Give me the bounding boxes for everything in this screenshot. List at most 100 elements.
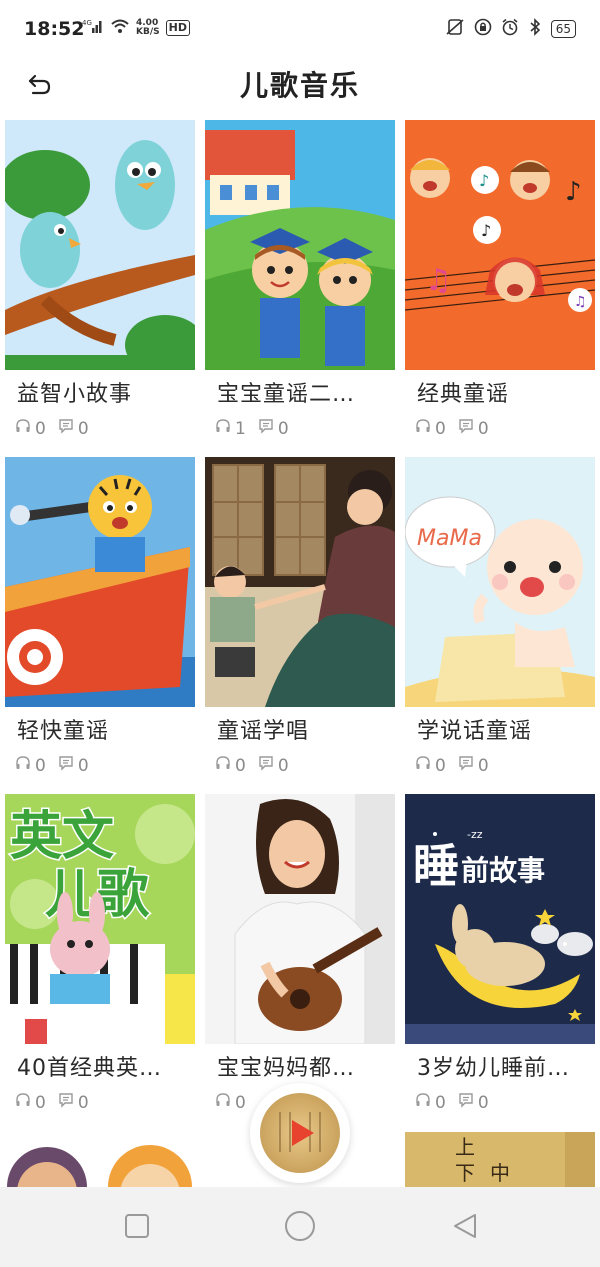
- album-cover-tiger-boat: [5, 457, 195, 707]
- triangle-back-icon: [451, 1212, 479, 1244]
- svg-text:♪: ♪: [479, 171, 489, 190]
- comments-count: 0: [477, 418, 489, 439]
- baby-speech-text: MaMa: [417, 526, 482, 551]
- comments-stat: 0: [58, 1092, 89, 1113]
- album-card[interactable]: 英文 儿歌 40首经典英… 0: [5, 794, 195, 1124]
- album-card[interactable]: 宝宝童谣二… 1 0: [205, 120, 395, 450]
- comment-icon: [58, 1092, 74, 1113]
- album-card[interactable]: 睡 前故事 -zz 3岁幼儿睡前… 0 0: [405, 794, 595, 1124]
- album-card[interactable]: 童谣学唱 0 0: [205, 457, 395, 787]
- plays-count: 0: [35, 1092, 46, 1113]
- album-stats: 1 0: [215, 418, 295, 439]
- album-cover-graduation: [205, 120, 395, 370]
- plays-stat: 0: [415, 755, 446, 776]
- bluetooth-icon: [528, 18, 542, 40]
- plays-count: 0: [235, 755, 246, 776]
- comments-count: 0: [277, 418, 289, 439]
- comments-stat: 0: [458, 1092, 489, 1113]
- comments-count: 0: [77, 418, 89, 439]
- comment-icon: [458, 1092, 474, 1113]
- headphones-icon: [215, 1092, 231, 1113]
- album-cover-birds: [5, 120, 195, 370]
- bedtime-title-rest: 前故事: [461, 854, 545, 887]
- album-card[interactable]: 益智小故事 0 0: [5, 120, 195, 450]
- album-cover-bedtime: 睡 前故事 -zz: [405, 794, 595, 1044]
- headphones-icon: [215, 418, 231, 439]
- album-title: 童谣学唱: [217, 719, 310, 744]
- page-title: 儿歌音乐: [239, 69, 360, 102]
- headphones-icon: [415, 1092, 431, 1113]
- headphones-icon: [15, 1092, 31, 1113]
- album-cover-singing-kids: ♪ ♪ ♫ ♪ ♫: [405, 120, 595, 370]
- classic-char-3: 中: [490, 1161, 510, 1185]
- plays-stat: 0: [15, 755, 46, 776]
- comments-count: 0: [277, 755, 289, 776]
- headphones-icon: [215, 755, 231, 776]
- comments-count: 0: [477, 755, 489, 776]
- page-header: 儿歌音乐: [0, 60, 600, 110]
- headphones-icon: [415, 755, 431, 776]
- plays-count: 0: [235, 1092, 246, 1113]
- album-card[interactable]: 宝宝妈妈都… 0: [205, 794, 395, 1124]
- system-nav-bar: [0, 1187, 600, 1267]
- album-cover-partial-kids[interactable]: [5, 1132, 195, 1187]
- album-stats: 0 0: [415, 418, 495, 439]
- comments-count: 0: [77, 755, 89, 776]
- status-left-icons: 4G 4.00 KB/S HD: [82, 18, 190, 37]
- mute-icon: [445, 18, 465, 40]
- battery-icon: 65: [550, 20, 576, 38]
- recent-apps-button[interactable]: [120, 1211, 154, 1245]
- album-card[interactable]: MaMa 学说话童谣 0 0: [405, 457, 595, 787]
- album-stats: 0 0: [215, 755, 295, 776]
- speed-unit: KB/S: [136, 26, 160, 37]
- svg-text:♪: ♪: [565, 177, 582, 207]
- comments-stat: 0: [58, 755, 89, 776]
- hd-icon: HD: [165, 19, 190, 36]
- circle-icon: [284, 1210, 316, 1246]
- plays-stat: 0: [215, 1092, 246, 1113]
- headphones-icon: [15, 755, 31, 776]
- comment-icon: [58, 418, 74, 439]
- plays-stat: 0: [415, 418, 446, 439]
- plays-stat: 0: [215, 755, 246, 776]
- plays-count: 0: [435, 418, 446, 439]
- album-title: 学说话童谣: [417, 719, 533, 744]
- comment-icon: [58, 755, 74, 776]
- home-button[interactable]: [283, 1211, 317, 1245]
- lock-icon: [474, 18, 492, 40]
- svg-text:♫: ♫: [574, 294, 587, 310]
- album-cover-baby-mama: MaMa: [405, 457, 595, 707]
- mini-player-disc: [260, 1093, 340, 1173]
- square-icon: [124, 1213, 150, 1243]
- album-card[interactable]: ♪ ♪ ♫ ♪ ♫ 经典童谣 0 0: [405, 120, 595, 450]
- album-title: 宝宝妈妈都…: [217, 1056, 356, 1081]
- comments-count: 0: [77, 1092, 89, 1113]
- comment-icon: [458, 755, 474, 776]
- headphones-icon: [415, 418, 431, 439]
- comment-icon: [258, 755, 274, 776]
- play-icon[interactable]: [292, 1120, 314, 1146]
- album-title: 轻快童谣: [17, 719, 110, 744]
- comments-stat: 0: [58, 418, 89, 439]
- album-cover-english-songs: 英文 儿歌: [5, 794, 195, 1044]
- plays-count: 0: [35, 418, 46, 439]
- mini-player[interactable]: [250, 1083, 350, 1183]
- bedtime-title-large: 睡: [413, 839, 459, 893]
- plays-count: 1: [235, 418, 246, 439]
- album-cover-partial-classic[interactable]: 上 下 中: [405, 1132, 595, 1187]
- album-stats: 0 0: [415, 1092, 495, 1113]
- comments-stat: 0: [458, 755, 489, 776]
- album-stats: 0 0: [415, 755, 495, 776]
- status-time: 18:52: [24, 18, 85, 40]
- nav-back-button[interactable]: [448, 1211, 482, 1245]
- album-stats: 0 0: [15, 1092, 95, 1113]
- svg-text:♫: ♫: [425, 263, 452, 298]
- album-title: 益智小故事: [17, 382, 133, 407]
- album-title: 宝宝童谣二…: [217, 382, 356, 407]
- plays-stat: 1: [215, 418, 246, 439]
- album-cover-ukulele: [205, 794, 395, 1044]
- album-card[interactable]: 轻快童谣 0 0: [5, 457, 195, 787]
- album-stats: 0 0: [15, 418, 95, 439]
- headphones-icon: [15, 418, 31, 439]
- plays-count: 0: [435, 755, 446, 776]
